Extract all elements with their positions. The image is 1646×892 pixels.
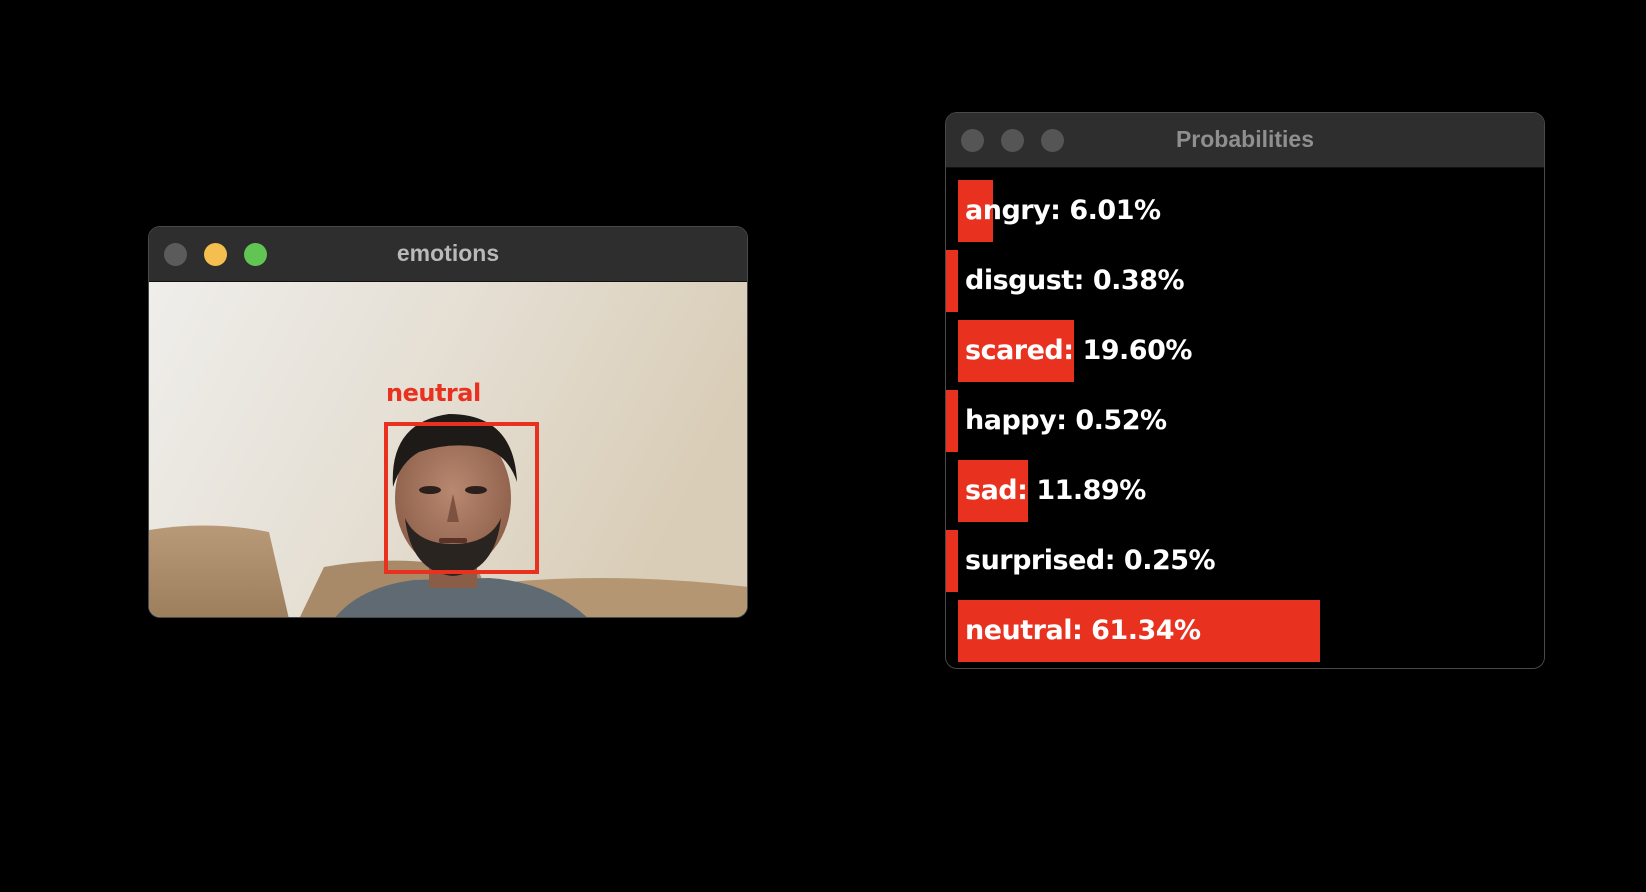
probability-label: disgust: 0.38% — [965, 265, 1185, 296]
probability-row: happy: 0.52% — [946, 390, 1544, 452]
probability-row: surprised: 0.25% — [946, 530, 1544, 592]
probability-row: angry: 6.01% — [946, 180, 1544, 242]
probability-bar — [946, 250, 958, 312]
probability-row: neutral: 61.34% — [946, 600, 1544, 662]
window-title: Probabilities — [1175, 126, 1315, 152]
probability-label: angry: 6.01% — [965, 195, 1161, 226]
probability-row: disgust: 0.38% — [946, 250, 1544, 312]
probability-label: neutral: 61.34% — [965, 615, 1201, 646]
probability-label: happy: 0.52% — [965, 405, 1167, 436]
probability-row: scared: 19.60% — [946, 320, 1544, 382]
probability-label: surprised: 0.25% — [965, 545, 1216, 576]
window-title: emotions — [396, 240, 500, 266]
probability-bar — [946, 530, 958, 592]
probabilities-titlebar[interactable]: Probabilities — [946, 113, 1544, 168]
probability-row: sad: 11.89% — [946, 460, 1544, 522]
probability-bar — [946, 390, 958, 452]
emotions-titlebar[interactable]: emotions — [149, 227, 747, 282]
probabilities-chart: angry: 6.01% disgust: 0.38% scared: 19.60%… — [946, 168, 1544, 668]
detected-emotion-label: neutral — [386, 379, 481, 407]
probability-label: sad: 11.89% — [965, 475, 1146, 506]
probabilities-window: Probabilities angry: 6.01% disgust: 0.38%… — [945, 112, 1545, 669]
emotions-window: emotions neutral — [148, 226, 748, 618]
face-bounding-box — [384, 422, 539, 574]
webcam-feed: neutral — [149, 282, 747, 617]
probability-label: scared: 19.60% — [965, 335, 1192, 366]
